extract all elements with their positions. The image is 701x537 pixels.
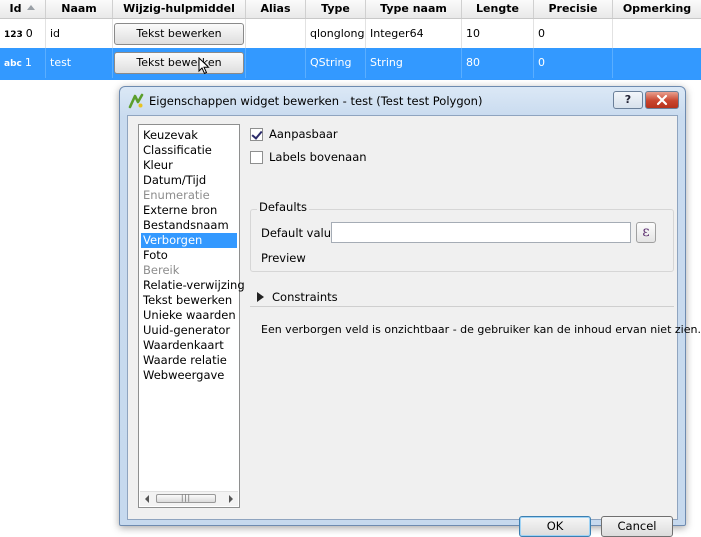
- length-cell[interactable]: 10: [462, 19, 534, 49]
- widget-type-item[interactable]: Bereik: [141, 263, 237, 278]
- widget-type-item[interactable]: Uuid-generator: [141, 323, 237, 338]
- edit-widget-button[interactable]: Tekst bewerken: [114, 23, 244, 45]
- cancel-button[interactable]: Cancel: [601, 516, 673, 537]
- type-name-cell[interactable]: String: [366, 48, 462, 78]
- default-value-input[interactable]: [331, 222, 631, 243]
- column-header-comment[interactable]: Opmerking: [613, 0, 701, 18]
- widget-type-item[interactable]: Webweergave: [141, 368, 237, 383]
- table-row[interactable]: abc 1 test Tekst bewerken QString String …: [0, 48, 701, 80]
- close-button[interactable]: [645, 91, 679, 109]
- mouse-pointer-icon: [198, 57, 210, 75]
- editable-label[interactable]: Aanpasbaar: [269, 127, 338, 141]
- widget-type-item[interactable]: Unieke waarden: [141, 308, 237, 323]
- widget-type-item[interactable]: Waarde relatie: [141, 353, 237, 368]
- qgis-logo-icon: [128, 93, 144, 109]
- dialog-title: Eigenschappen widget bewerken - test (Te…: [149, 94, 483, 108]
- precision-cell[interactable]: 0: [534, 48, 613, 78]
- string-type-icon: abc: [4, 59, 22, 69]
- defaults-group-title: Defaults: [257, 200, 310, 214]
- comment-cell[interactable]: [613, 19, 701, 49]
- widget-type-item[interactable]: Foto: [141, 248, 237, 263]
- column-header-type-name[interactable]: Type naam: [366, 0, 462, 18]
- column-header-precision[interactable]: Precisie: [534, 0, 613, 18]
- widget-type-item[interactable]: Bestandsnaam: [141, 218, 237, 233]
- list-horizontal-scrollbar[interactable]: |||: [140, 491, 238, 506]
- expression-builder-button[interactable]: ε: [636, 222, 656, 243]
- widget-type-item[interactable]: Datum/Tijd: [141, 173, 237, 188]
- column-header-name[interactable]: Naam: [46, 0, 113, 18]
- column-header-widget[interactable]: Wijzig-hulpmiddel: [113, 0, 246, 18]
- name-cell[interactable]: test: [46, 48, 113, 78]
- widget-type-item[interactable]: Externe bron: [141, 203, 237, 218]
- close-icon: [656, 94, 668, 106]
- comment-cell[interactable]: [613, 48, 701, 78]
- sort-ascending-icon: [27, 4, 36, 10]
- help-button[interactable]: ?: [613, 91, 643, 109]
- column-header-type[interactable]: Type: [306, 0, 366, 18]
- widget-type-item[interactable]: Kleur: [141, 158, 237, 173]
- alias-cell[interactable]: [246, 48, 306, 78]
- widget-type-item[interactable]: Tekst bewerken: [141, 293, 237, 308]
- constraints-section-toggle[interactable]: Constraints: [272, 290, 338, 304]
- default-value-label: Default value: [261, 226, 339, 240]
- type-name-cell[interactable]: Integer64: [366, 19, 462, 49]
- edit-widget-dialog: Eigenschappen widget bewerken - test (Te…: [119, 86, 701, 537]
- length-cell[interactable]: 80: [462, 48, 534, 78]
- labels-on-top-checkbox[interactable]: [250, 151, 263, 164]
- widget-type-item[interactable]: Keuzevak: [141, 128, 237, 143]
- expression-icon: ε: [642, 224, 650, 240]
- constraints-divider: [250, 306, 674, 307]
- scroll-left-icon[interactable]: [145, 495, 149, 503]
- integer-type-icon: 123: [4, 30, 23, 40]
- widget-type-item[interactable]: Verborgen: [141, 233, 237, 248]
- column-header-length[interactable]: Lengte: [462, 0, 534, 18]
- editable-checkbox[interactable]: [250, 128, 263, 141]
- scroll-thumb[interactable]: |||: [156, 494, 216, 503]
- column-header-alias[interactable]: Alias: [246, 0, 306, 18]
- precision-cell[interactable]: 0: [534, 19, 613, 49]
- expand-arrow-icon[interactable]: [257, 292, 264, 302]
- widget-cell: Tekst bewerken: [113, 19, 246, 49]
- widget-description: Een verborgen veld is onzichtbaar - de g…: [261, 323, 701, 336]
- type-cell[interactable]: QString: [306, 48, 366, 78]
- ok-button[interactable]: OK: [519, 516, 591, 537]
- table-header: Id Naam Wijzig-hulpmiddel Alias Type Typ…: [0, 0, 701, 19]
- widget-type-item[interactable]: Classificatie: [141, 143, 237, 158]
- preview-label: Preview: [261, 251, 306, 265]
- alias-cell[interactable]: [246, 19, 306, 49]
- widget-type-item[interactable]: Waardenkaart: [141, 338, 237, 353]
- widget-cell: Tekst bewerken: [113, 48, 246, 78]
- widget-type-list[interactable]: Keuzevak Classificatie Kleur Datum/Tijd Enum…: [138, 124, 245, 508]
- id-cell[interactable]: abc 1: [0, 48, 46, 78]
- id-cell[interactable]: 123 0: [0, 19, 46, 49]
- dialog-body: Keuzevak Classificatie Kleur Datum/Tijd Enum…: [127, 115, 701, 537]
- type-cell[interactable]: qlonglong: [306, 19, 366, 49]
- name-cell[interactable]: id: [46, 19, 113, 49]
- scroll-right-icon[interactable]: [229, 495, 233, 503]
- edit-widget-button[interactable]: Tekst bewerken: [114, 52, 244, 74]
- labels-on-top-label[interactable]: Labels bovenaan: [269, 150, 367, 164]
- column-header-id[interactable]: Id: [0, 0, 46, 18]
- widget-type-item[interactable]: Enumeratie: [141, 188, 237, 203]
- widget-type-item[interactable]: Relatie-verwijzing: [141, 278, 245, 293]
